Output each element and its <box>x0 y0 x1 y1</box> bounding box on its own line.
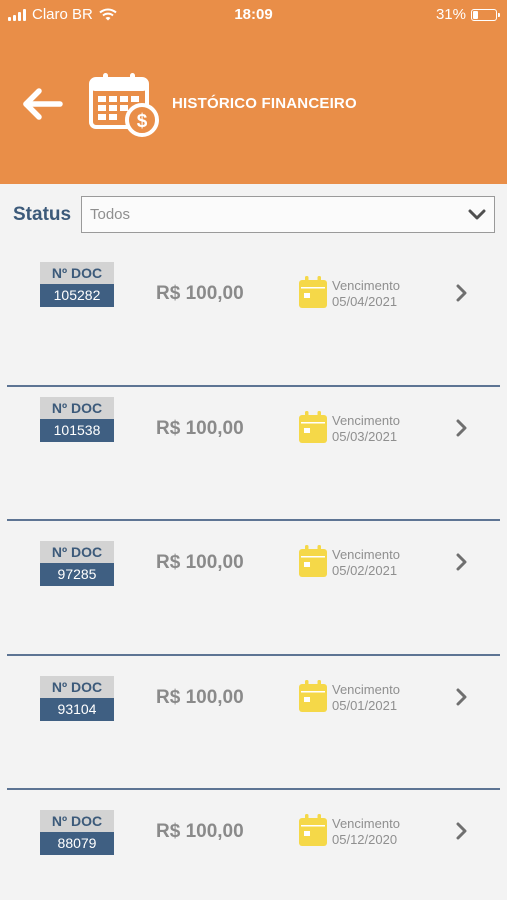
due-label: Vencimento <box>332 278 400 293</box>
chevron-right-icon <box>456 688 467 705</box>
list-item[interactable]: Nº DOC 105282 R$ 100,00 Vencimento 05/04… <box>0 252 507 387</box>
list-item[interactable]: Nº DOC 88079 R$ 100,00 Vencimento 05/12/… <box>0 790 507 900</box>
doc-number: 105282 <box>40 284 114 307</box>
doc-label: Nº DOC <box>40 810 114 832</box>
app-header: Claro BR 18:09 31% $ HISTÓRICO FINANCEIR… <box>0 0 507 184</box>
doc-label: Nº DOC <box>40 396 114 419</box>
doc-label: Nº DOC <box>40 541 114 563</box>
due-label: Vencimento <box>332 547 400 562</box>
amount: R$ 100,00 <box>156 686 244 708</box>
doc-number: 88079 <box>40 832 114 855</box>
due-date: 05/03/2021 <box>332 428 398 444</box>
due-date: 05/02/2021 <box>332 563 398 578</box>
doc-badge: Nº DOC 93104 <box>40 675 114 721</box>
due-label: Vencimento <box>332 412 400 428</box>
chevron-down-icon <box>468 209 486 220</box>
doc-number: 97285 <box>40 563 114 586</box>
amount: R$ 100,00 <box>156 821 244 842</box>
doc-number: 93104 <box>40 697 114 721</box>
amount: R$ 100,00 <box>156 552 244 573</box>
list-item[interactable]: Nº DOC 93104 R$ 100,00 Vencimento 05/01/… <box>0 656 507 790</box>
doc-badge: Nº DOC 97285 <box>40 541 114 586</box>
status-filter-value: Todos <box>90 206 131 223</box>
financial-history-list: Nº DOC 105282 R$ 100,00 Vencimento 05/04… <box>0 252 507 900</box>
arrow-left-icon[interactable] <box>22 86 64 122</box>
battery-percent: 31% <box>435 6 466 23</box>
calendar-icon <box>299 814 327 846</box>
chevron-right-icon <box>456 822 467 840</box>
calendar-dollar-icon: $ <box>89 73 159 137</box>
status-filter-select[interactable]: Todos <box>81 196 495 233</box>
chevron-right-icon <box>456 553 467 571</box>
status-bar: Claro BR 18:09 31% <box>0 0 507 30</box>
due-label: Vencimento <box>332 816 400 831</box>
list-item[interactable]: Nº DOC 101538 R$ 100,00 Vencimento 05/03… <box>0 387 507 521</box>
list-item[interactable]: Nº DOC 97285 R$ 100,00 Vencimento 05/02/… <box>0 521 507 656</box>
chevron-right-icon <box>456 419 467 436</box>
doc-badge: Nº DOC 101538 <box>40 396 114 442</box>
status-bar-right: 31% <box>435 6 500 23</box>
doc-label: Nº DOC <box>40 262 114 284</box>
calendar-icon <box>299 276 327 308</box>
amount: R$ 100,00 <box>156 283 244 304</box>
due-label: Vencimento <box>332 681 400 697</box>
page-title: HISTÓRICO FINANCEIRO <box>172 95 357 112</box>
calendar-icon <box>299 410 327 443</box>
doc-label: Nº DOC <box>40 675 114 698</box>
calendar-icon <box>299 545 327 577</box>
chevron-right-icon <box>456 284 467 302</box>
battery-icon <box>471 8 500 21</box>
clock: 18:09 <box>234 6 273 23</box>
due-date: 05/01/2021 <box>332 697 398 713</box>
due-date: 05/12/2020 <box>332 832 398 847</box>
due-date: 05/04/2021 <box>332 294 398 309</box>
doc-badge: Nº DOC 88079 <box>40 810 114 855</box>
svg-text:$: $ <box>137 111 148 132</box>
doc-number: 101538 <box>40 418 114 442</box>
calendar-icon <box>299 679 327 712</box>
status-filter-label: Status <box>13 204 72 225</box>
doc-badge: Nº DOC 105282 <box>40 262 114 307</box>
amount: R$ 100,00 <box>156 417 244 439</box>
